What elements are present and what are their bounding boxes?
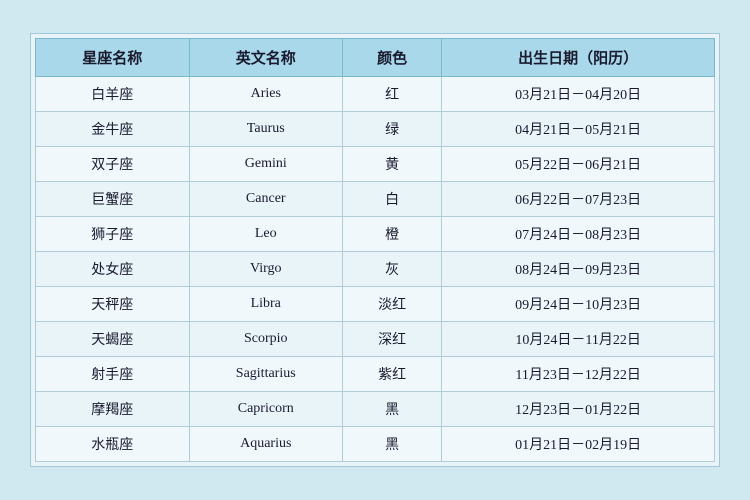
cell-chinese-name: 处女座 [36, 252, 190, 287]
cell-english-name: Cancer [189, 182, 343, 217]
cell-english-name: Scorpio [189, 322, 343, 357]
cell-color: 黑 [343, 392, 442, 427]
table-row: 天秤座Libra淡红09月24日－10月23日 [36, 287, 715, 322]
cell-english-name: Libra [189, 287, 343, 322]
col-header-english: 英文名称 [189, 39, 343, 77]
table-body: 白羊座Aries红03月21日－04月20日金牛座Taurus绿04月21日－0… [36, 77, 715, 462]
table-row: 金牛座Taurus绿04月21日－05月21日 [36, 112, 715, 147]
cell-dates: 08月24日－09月23日 [442, 252, 715, 287]
cell-english-name: Aries [189, 77, 343, 112]
table-row: 巨蟹座Cancer白06月22日－07月23日 [36, 182, 715, 217]
cell-color: 白 [343, 182, 442, 217]
cell-english-name: Gemini [189, 147, 343, 182]
cell-chinese-name: 巨蟹座 [36, 182, 190, 217]
table-header-row: 星座名称 英文名称 颜色 出生日期（阳历） [36, 39, 715, 77]
cell-chinese-name: 摩羯座 [36, 392, 190, 427]
cell-color: 绿 [343, 112, 442, 147]
cell-english-name: Leo [189, 217, 343, 252]
zodiac-table: 星座名称 英文名称 颜色 出生日期（阳历） 白羊座Aries红03月21日－04… [35, 38, 715, 462]
cell-dates: 03月21日－04月20日 [442, 77, 715, 112]
cell-english-name: Aquarius [189, 427, 343, 462]
cell-dates: 12月23日－01月22日 [442, 392, 715, 427]
cell-color: 深红 [343, 322, 442, 357]
cell-color: 红 [343, 77, 442, 112]
cell-chinese-name: 狮子座 [36, 217, 190, 252]
cell-dates: 04月21日－05月21日 [442, 112, 715, 147]
cell-dates: 05月22日－06月21日 [442, 147, 715, 182]
cell-dates: 01月21日－02月19日 [442, 427, 715, 462]
cell-color: 橙 [343, 217, 442, 252]
cell-color: 淡红 [343, 287, 442, 322]
cell-color: 黄 [343, 147, 442, 182]
cell-dates: 09月24日－10月23日 [442, 287, 715, 322]
cell-dates: 06月22日－07月23日 [442, 182, 715, 217]
col-header-chinese: 星座名称 [36, 39, 190, 77]
table-row: 天蝎座Scorpio深红10月24日－11月22日 [36, 322, 715, 357]
cell-color: 紫红 [343, 357, 442, 392]
cell-chinese-name: 白羊座 [36, 77, 190, 112]
cell-dates: 07月24日－08月23日 [442, 217, 715, 252]
cell-english-name: Capricorn [189, 392, 343, 427]
cell-color: 灰 [343, 252, 442, 287]
cell-english-name: Virgo [189, 252, 343, 287]
table-row: 水瓶座Aquarius黑01月21日－02月19日 [36, 427, 715, 462]
table-row: 摩羯座Capricorn黑12月23日－01月22日 [36, 392, 715, 427]
cell-chinese-name: 射手座 [36, 357, 190, 392]
cell-english-name: Sagittarius [189, 357, 343, 392]
col-header-color: 颜色 [343, 39, 442, 77]
cell-english-name: Taurus [189, 112, 343, 147]
cell-chinese-name: 双子座 [36, 147, 190, 182]
table-row: 射手座Sagittarius紫红11月23日－12月22日 [36, 357, 715, 392]
cell-chinese-name: 水瓶座 [36, 427, 190, 462]
table-row: 双子座Gemini黄05月22日－06月21日 [36, 147, 715, 182]
col-header-dates: 出生日期（阳历） [442, 39, 715, 77]
cell-chinese-name: 天秤座 [36, 287, 190, 322]
cell-dates: 10月24日－11月22日 [442, 322, 715, 357]
table-row: 狮子座Leo橙07月24日－08月23日 [36, 217, 715, 252]
cell-chinese-name: 天蝎座 [36, 322, 190, 357]
zodiac-table-container: 星座名称 英文名称 颜色 出生日期（阳历） 白羊座Aries红03月21日－04… [30, 33, 720, 467]
cell-dates: 11月23日－12月22日 [442, 357, 715, 392]
table-row: 白羊座Aries红03月21日－04月20日 [36, 77, 715, 112]
cell-color: 黑 [343, 427, 442, 462]
table-row: 处女座Virgo灰08月24日－09月23日 [36, 252, 715, 287]
cell-chinese-name: 金牛座 [36, 112, 190, 147]
